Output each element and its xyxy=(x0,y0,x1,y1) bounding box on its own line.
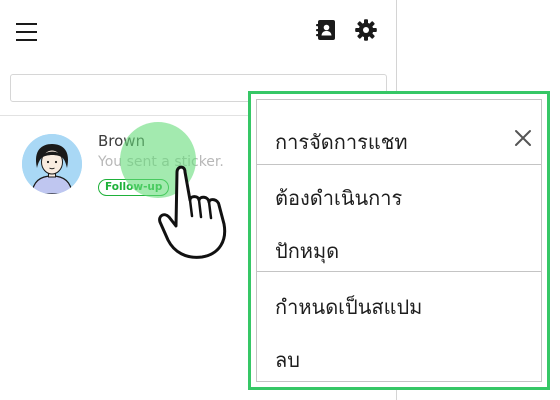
close-icon[interactable] xyxy=(514,129,532,147)
toolbar xyxy=(0,0,397,62)
contacts-book-icon[interactable] xyxy=(314,18,338,42)
gear-icon[interactable] xyxy=(354,18,378,42)
divider xyxy=(257,164,541,165)
menu-item-delete[interactable]: ลบ xyxy=(275,344,300,376)
user-avatar[interactable] xyxy=(22,134,82,194)
menu-item-mark-spam[interactable]: กำหนดเป็นสแปม xyxy=(275,291,422,323)
chat-actions-menu: การจัดการแชท ต้องดำเนินการ ปักหมุด กำหนด… xyxy=(248,91,550,390)
pointing-hand-icon xyxy=(158,165,227,259)
menu-title: การจัดการแชท xyxy=(275,130,408,154)
hamburger-menu-icon[interactable] xyxy=(16,23,37,41)
divider xyxy=(257,271,541,272)
menu-panel: การจัดการแชท ต้องดำเนินการ ปักหมุด กำหนด… xyxy=(256,99,542,382)
app-window: Brown You sent a sticker. Follow-up การจ… xyxy=(0,0,560,400)
menu-item-pin[interactable]: ปักหมุด xyxy=(275,235,339,267)
menu-item-action-required[interactable]: ต้องดำเนินการ xyxy=(275,182,402,214)
